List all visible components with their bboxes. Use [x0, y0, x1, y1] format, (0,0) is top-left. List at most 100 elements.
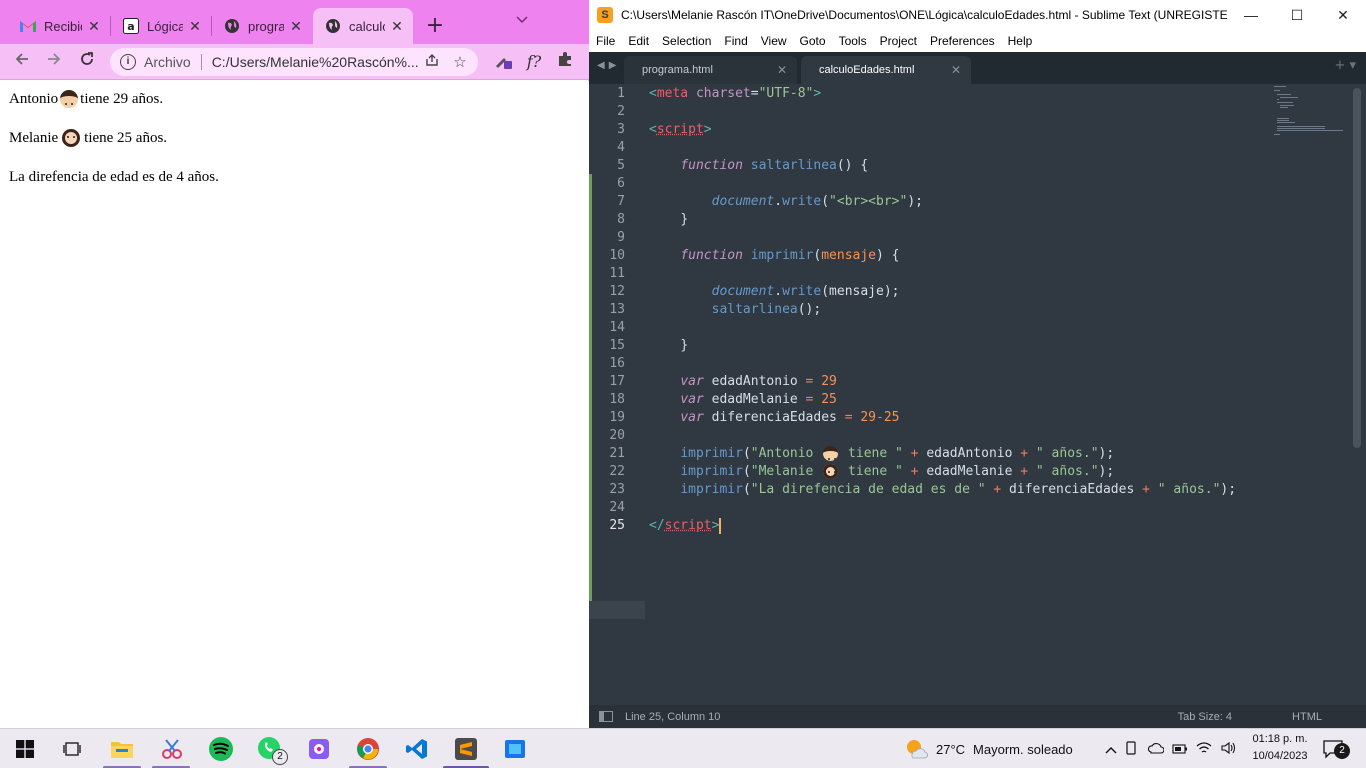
line-number: 19: [609, 410, 625, 425]
code-line: var edadAntonio = 29: [680, 374, 837, 389]
info-icon[interactable]: i: [120, 54, 136, 70]
menu-preferences[interactable]: Preferences: [930, 34, 995, 48]
close-icon[interactable]: ✕: [86, 18, 102, 35]
sublime-icon: [455, 738, 477, 760]
clock[interactable]: 01:18 p. m. 10/04/2023: [1244, 731, 1316, 765]
sublime-taskbar-button[interactable]: [452, 735, 480, 763]
meet-icon[interactable]: [1120, 740, 1144, 758]
tab-title: Lógica: [147, 18, 183, 34]
tab-scroll-arrows-icon[interactable]: ◀▶: [597, 60, 623, 71]
tab-programa-html[interactable]: programa.html ✕: [624, 56, 797, 84]
menu-help[interactable]: Help: [1008, 34, 1033, 48]
code-line: function saltarlinea() {: [680, 158, 869, 173]
extension-dropper-button[interactable]: [490, 50, 514, 74]
chevron-down-icon[interactable]: [512, 10, 532, 30]
window-title: C:\Users\Melanie Rascón IT\OneDrive\Docu…: [621, 8, 1228, 22]
app-button[interactable]: [305, 735, 333, 763]
new-tab-button[interactable]: +: [423, 12, 447, 40]
line-number: 6: [617, 176, 625, 191]
alura-icon: a: [123, 18, 139, 34]
spotify-icon: [209, 737, 233, 761]
tab-calculo[interactable]: calculo ✕: [313, 8, 413, 44]
task-view-icon: [63, 742, 81, 756]
file-explorer-button[interactable]: [108, 735, 136, 763]
tab-menu-icon[interactable]: + ▾: [1334, 58, 1356, 73]
tab-gmail[interactable]: Recibid ✕: [8, 8, 110, 44]
reload-icon: [81, 52, 93, 65]
line-number: 20: [609, 428, 625, 443]
back-button[interactable]: [10, 50, 34, 74]
code-line: document.write("<br><br>");: [711, 194, 923, 209]
wifi-icon[interactable]: [1192, 741, 1216, 758]
menu-view[interactable]: View: [761, 34, 787, 48]
status-bar: Line 25, Column 10 Tab Size: 4 HTML: [589, 705, 1366, 728]
speaker-icon[interactable]: [1216, 741, 1240, 758]
menu-selection[interactable]: Selection: [662, 34, 711, 48]
close-icon[interactable]: ✕: [187, 18, 203, 35]
windows-icon: [16, 740, 34, 758]
chevron-up-icon[interactable]: [1102, 742, 1120, 757]
tab-programa[interactable]: progra ✕: [212, 8, 312, 44]
menu-find[interactable]: Find: [724, 34, 747, 48]
maximize-button[interactable]: ☐: [1274, 0, 1320, 30]
menu-tools[interactable]: Tools: [839, 34, 867, 48]
line-number: 23: [609, 482, 625, 497]
close-icon[interactable]: ✕: [288, 18, 304, 35]
weather-widget[interactable]: 27°C Mayorm. soleado: [904, 729, 1073, 768]
syntax-mode[interactable]: HTML: [1292, 711, 1322, 723]
editor-tab-bar: ◀▶ programa.html ✕ calculoEdades.html ✕ …: [589, 52, 1366, 84]
line-number: 25: [609, 518, 625, 533]
vscode-button[interactable]: [403, 735, 431, 763]
line-number: 1: [617, 86, 625, 101]
notification-center-button[interactable]: 2: [1322, 729, 1350, 768]
vscode-icon: [406, 739, 427, 759]
close-icon[interactable]: ✕: [777, 63, 787, 77]
folder-icon: [111, 742, 133, 758]
tab-logica[interactable]: a Lógica ✕: [111, 8, 211, 44]
gmail-icon: [20, 18, 36, 34]
chrome-window: Recibid ✕ a Lógica ✕ progra ✕: [0, 0, 589, 728]
url-text[interactable]: C:/Users/Melanie%20Rascón%...: [212, 54, 422, 70]
menu-file[interactable]: File: [596, 34, 615, 48]
menu-goto[interactable]: Goto: [800, 34, 826, 48]
whatsapp-button[interactable]: 2: [256, 735, 288, 765]
close-icon[interactable]: ✕: [951, 63, 961, 77]
spotify-button[interactable]: [207, 735, 235, 763]
minimap[interactable]: [1274, 84, 1350, 140]
chrome-taskbar-button[interactable]: [354, 735, 382, 763]
menu-bar: File Edit Selection Find View Goto Tools…: [589, 30, 1366, 52]
line-number: 2: [617, 104, 625, 119]
task-view-button[interactable]: [58, 735, 86, 763]
address-bar[interactable]: i Archivo C:/Users/Melanie%20Rascón%... …: [110, 48, 478, 76]
snipping-tool-button[interactable]: [158, 735, 186, 763]
tab-size[interactable]: Tab Size: 4: [1178, 711, 1232, 723]
tab-calculoedades-html[interactable]: calculoEdades.html ✕: [801, 56, 971, 84]
notification-badge: 2: [1334, 743, 1350, 759]
share-icon[interactable]: [422, 53, 442, 71]
battery-icon[interactable]: [1168, 742, 1192, 757]
app-button[interactable]: [501, 735, 529, 763]
scheme-label: Archivo: [144, 54, 191, 70]
close-icon[interactable]: ✕: [389, 18, 405, 35]
sublime-window: S C:\Users\Melanie Rascón IT\OneDrive\Do…: [589, 0, 1366, 728]
arrow-left-icon: [15, 53, 28, 65]
text-fragment: tiene 29 años.: [80, 91, 164, 107]
extensions-button[interactable]: [553, 50, 577, 74]
globe-icon: [325, 18, 341, 34]
close-button[interactable]: ✕: [1320, 0, 1366, 30]
extension-fx-button[interactable]: f?: [522, 50, 546, 74]
star-icon[interactable]: ☆: [450, 53, 470, 71]
line-number: 11: [609, 266, 625, 281]
tab-title: Recibid: [44, 18, 82, 34]
onedrive-icon[interactable]: [1144, 742, 1168, 757]
panel-toggle-icon[interactable]: [599, 711, 613, 722]
code-editor[interactable]: <meta charset="UTF-8"> <script> function…: [649, 84, 1269, 705]
vertical-scrollbar[interactable]: [1353, 88, 1361, 448]
tab-label: calculoEdades.html: [819, 64, 915, 76]
reload-button[interactable]: [75, 50, 99, 74]
start-button[interactable]: [11, 735, 39, 763]
forward-button[interactable]: [42, 50, 66, 74]
minimize-button[interactable]: —: [1228, 0, 1274, 30]
menu-project[interactable]: Project: [880, 34, 917, 48]
menu-edit[interactable]: Edit: [628, 34, 649, 48]
